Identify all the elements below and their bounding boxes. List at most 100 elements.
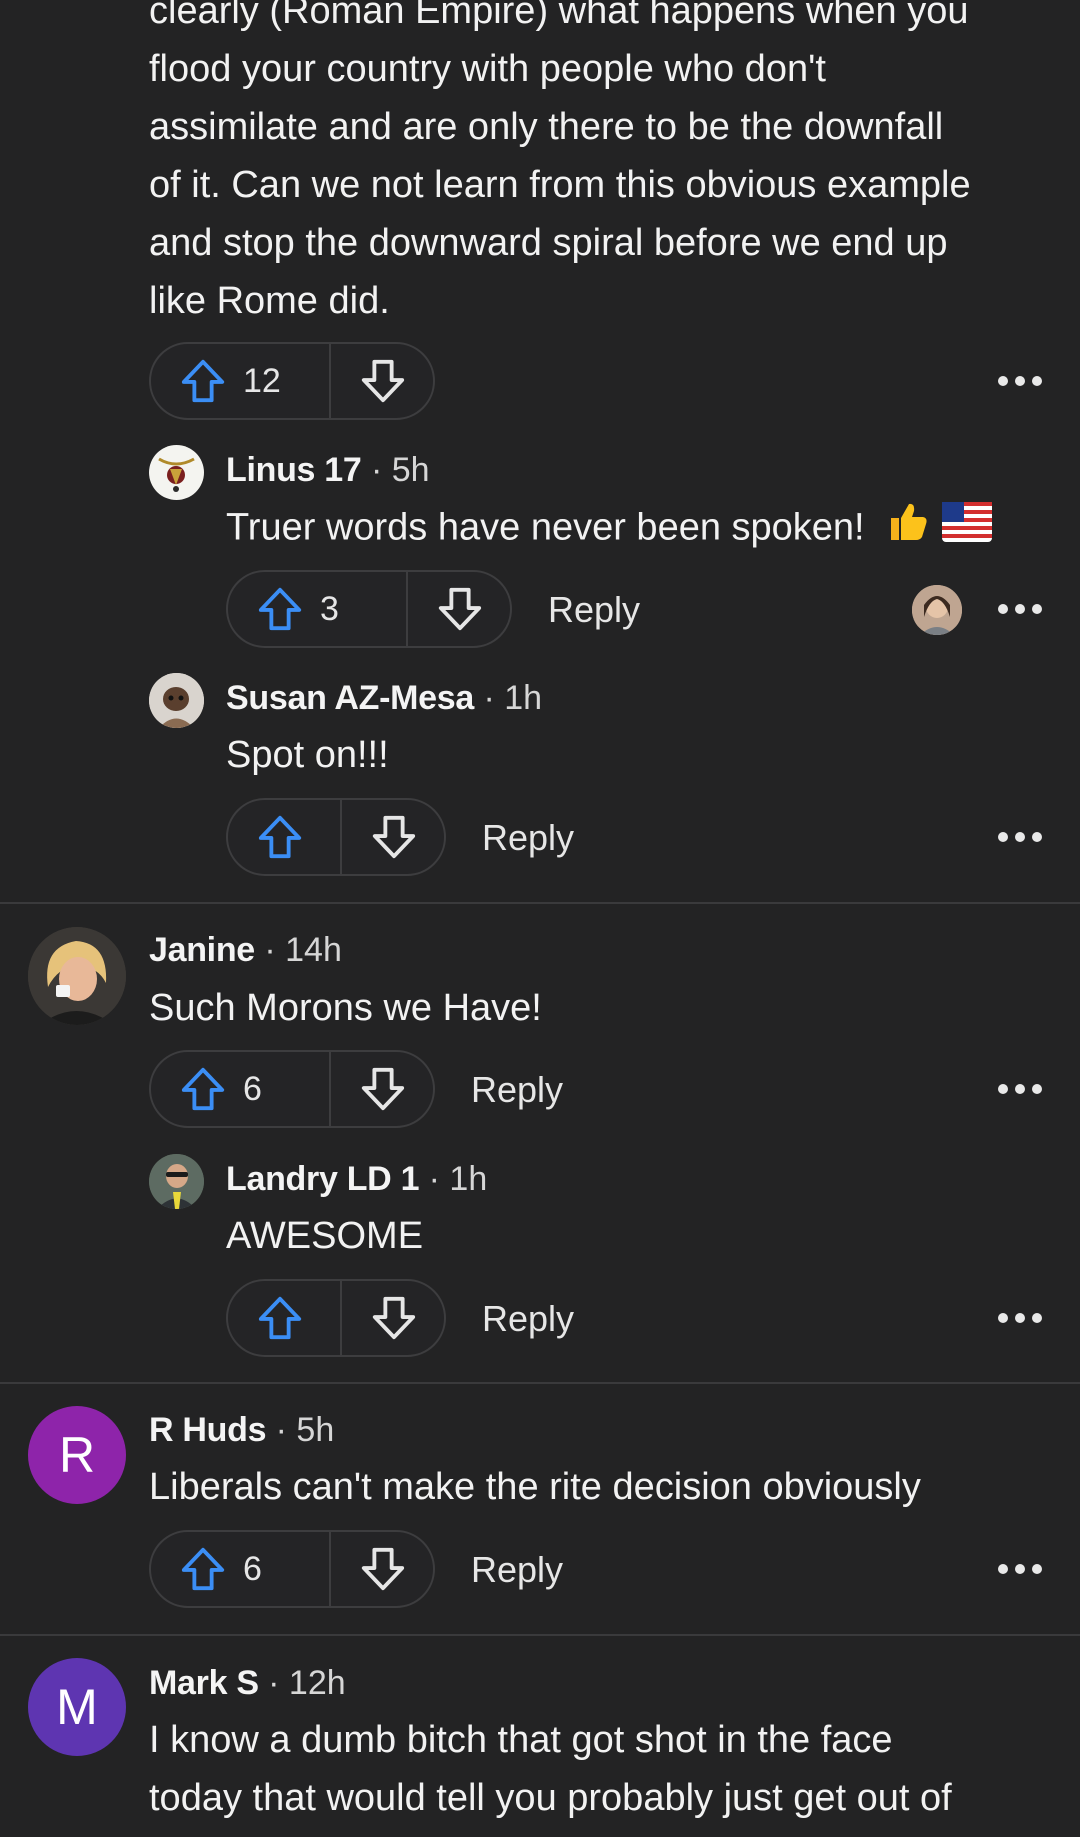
us-flag-icon — [941, 501, 992, 559]
more-options-button[interactable] — [998, 603, 1042, 615]
upvote-button[interactable] — [228, 800, 304, 874]
more-options-button[interactable] — [998, 375, 1042, 387]
comment-body: I know a dumb bitch that got shot in the… — [149, 1711, 1069, 1827]
commenter-name[interactable]: Susan AZ-Mesa — [226, 679, 474, 717]
commenter-name[interactable]: R Huds — [149, 1411, 267, 1449]
upvote-count: 12 — [243, 361, 281, 400]
vote-control: 12 — [149, 342, 435, 420]
more-options-button[interactable] — [998, 1563, 1042, 1575]
avatar[interactable] — [149, 1154, 204, 1209]
arrow-down-icon — [359, 1065, 407, 1113]
more-dot — [1015, 604, 1025, 614]
comment-time: · 12h — [268, 1664, 346, 1702]
more-dot — [1032, 604, 1042, 614]
more-options-button[interactable] — [998, 1312, 1042, 1324]
comment-body: clearly (Roman Empire) what happens when… — [149, 0, 1069, 330]
more-dot — [998, 1084, 1008, 1094]
shriner-emblem-icon — [158, 457, 195, 492]
more-dot — [998, 1313, 1008, 1323]
more-dot — [1032, 1084, 1042, 1094]
upvote-button[interactable] — [228, 1281, 304, 1355]
avatar[interactable]: M — [28, 1658, 126, 1756]
more-dot — [1032, 376, 1042, 386]
comment-text: Such Morons we Have! — [149, 987, 542, 1029]
avatar[interactable] — [149, 673, 204, 728]
arrow-down-icon — [359, 1545, 407, 1593]
vote-control — [226, 798, 446, 876]
avatar[interactable] — [149, 445, 204, 500]
reply-text: AWESOME — [226, 1215, 424, 1257]
upvote-count: 3 — [320, 589, 339, 628]
upvote-count: 6 — [243, 1549, 262, 1588]
reply-text-row: Truer words have never been spoken! — [226, 498, 992, 561]
comment-body-line: assimilate and are only there to be the … — [149, 106, 944, 148]
arrow-down-icon — [370, 813, 418, 861]
downvote-button[interactable] — [331, 1532, 435, 1606]
profile-photo-icon — [149, 1154, 204, 1209]
more-dot — [998, 832, 1008, 842]
more-dot — [1015, 1564, 1025, 1574]
more-dot — [1032, 1313, 1042, 1323]
comment-header: R Huds · 5h — [149, 1408, 334, 1452]
reply-button[interactable]: Reply — [482, 1297, 574, 1341]
comment-time: · 1h — [428, 1160, 488, 1198]
thumbs-up-icon — [885, 498, 931, 561]
more-dot — [998, 1564, 1008, 1574]
downvote-button[interactable] — [342, 800, 446, 874]
avatar[interactable] — [28, 927, 126, 1025]
upvote-count: 6 — [243, 1069, 262, 1108]
comment-body-line: today that would tell you probably just … — [149, 1777, 952, 1819]
comment-body-line: of it. Can we not learn from this obviou… — [149, 164, 971, 206]
more-options-button[interactable] — [998, 831, 1042, 843]
downvote-button[interactable] — [408, 572, 512, 646]
downvote-button[interactable] — [331, 344, 435, 418]
more-dot — [1015, 376, 1025, 386]
reply-button[interactable]: Reply — [471, 1548, 563, 1592]
comment-text: Liberals can't make the rite decision ob… — [149, 1466, 921, 1508]
downvote-button[interactable] — [331, 1052, 435, 1126]
upvote-button[interactable]: 12 — [151, 344, 281, 418]
arrow-down-icon — [359, 357, 407, 405]
comment-body-line: clearly (Roman Empire) what happens when… — [149, 0, 969, 32]
comment-body-line: I know a dumb bitch that got shot in the… — [149, 1719, 893, 1761]
commenter-name[interactable]: Linus 17 — [226, 451, 362, 489]
avatar[interactable]: R — [28, 1406, 126, 1504]
more-dot — [998, 376, 1008, 386]
arrow-up-icon — [256, 585, 304, 633]
commenter-name[interactable]: Landry LD 1 — [226, 1160, 419, 1198]
reply-button[interactable]: Reply — [548, 588, 640, 632]
comment-header: Susan AZ-Mesa · 1h — [226, 676, 542, 720]
creator-avatar[interactable] — [912, 585, 962, 635]
arrow-up-icon — [179, 357, 227, 405]
more-dot — [1032, 832, 1042, 842]
reply-button[interactable]: Reply — [471, 1068, 563, 1112]
arrow-down-icon — [436, 585, 484, 633]
commenter-name[interactable]: Mark S — [149, 1664, 259, 1702]
downvote-button[interactable] — [342, 1281, 446, 1355]
comment-divider — [0, 1634, 1080, 1636]
more-dot — [1015, 1313, 1025, 1323]
upvote-button[interactable]: 3 — [228, 572, 339, 646]
commenter-name[interactable]: Janine — [149, 931, 255, 969]
comment-time: · 1h — [483, 679, 543, 717]
comment-time: · 5h — [275, 1411, 335, 1449]
more-dot — [1015, 832, 1025, 842]
arrow-up-icon — [179, 1065, 227, 1113]
more-options-button[interactable] — [998, 1083, 1042, 1095]
upvote-button[interactable]: 6 — [151, 1052, 262, 1126]
more-dot — [1015, 1084, 1025, 1094]
reply-text: Spot on!!! — [226, 734, 389, 776]
avatar-letter: M — [56, 1679, 98, 1735]
comment-divider — [0, 902, 1080, 904]
vote-control: 3 — [226, 570, 512, 648]
reply-button[interactable]: Reply — [482, 816, 574, 860]
vote-control — [226, 1279, 446, 1357]
upvote-button[interactable]: 6 — [151, 1532, 262, 1606]
more-dot — [1032, 1564, 1042, 1574]
comment-time: · 14h — [264, 931, 342, 969]
comment-body-line: flood your country with people who don't — [149, 48, 826, 90]
comment-divider — [0, 1382, 1080, 1384]
arrow-down-icon — [370, 1294, 418, 1342]
avatar-letter: R — [58, 1427, 96, 1483]
profile-photo-icon — [912, 585, 962, 635]
